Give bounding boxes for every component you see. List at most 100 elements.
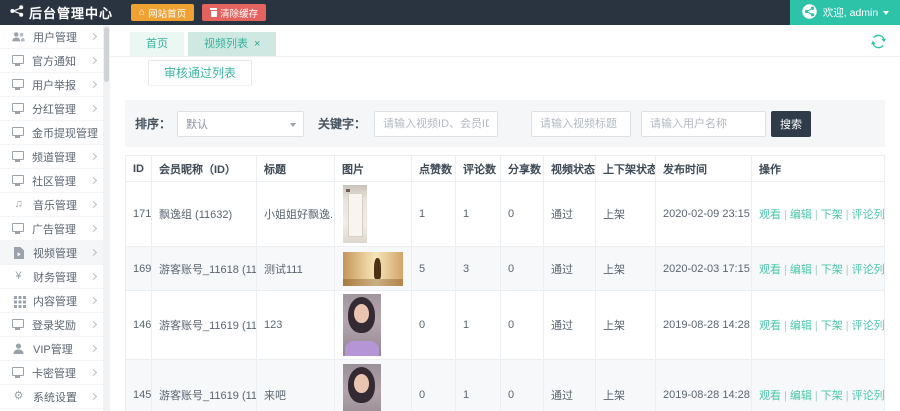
take-down-link[interactable]: 下架	[821, 390, 843, 402]
sidebar-scrollbar[interactable]	[103, 25, 110, 411]
subtab-approved-list[interactable]: 审核通过列表	[148, 60, 252, 86]
tab-video-list[interactable]: 视频列表 ×	[188, 32, 276, 56]
take-down-link[interactable]: 下架	[821, 264, 843, 276]
desktop-icon	[12, 55, 24, 64]
sidebar-item-video-management[interactable]: 视频管理	[0, 241, 110, 265]
welcome-text: 欢迎, admin	[823, 5, 878, 20]
trash-icon	[210, 8, 217, 17]
share-logo-icon	[10, 4, 24, 22]
chevron-right-icon	[90, 105, 97, 112]
sort-select[interactable]: 默认	[177, 111, 304, 137]
keyword-label: 关键字：	[318, 115, 366, 132]
sidebar-item-community-management[interactable]: 社区管理	[0, 169, 110, 193]
col-image: 图片	[335, 156, 412, 182]
close-icon[interactable]: ×	[254, 39, 260, 50]
sidebar-item-label: 财务管理	[33, 269, 77, 285]
sidebar-item-gold-withdrawal-management[interactable]: 金币提现管理	[0, 121, 110, 145]
watch-link[interactable]: 观看	[759, 264, 781, 276]
scrollbar-thumb[interactable]	[104, 27, 109, 82]
watch-link[interactable]: 观看	[759, 320, 781, 332]
sidebar-item-user-report[interactable]: 用户举报	[0, 73, 110, 97]
cell-shelf-status: 上架	[596, 360, 656, 411]
table-row: 146 游客账号_11619 (11619) 123 0 1 0 通过 上架 2…	[126, 291, 885, 360]
video-title-input[interactable]	[531, 111, 631, 137]
sidebar-item-card-key-management[interactable]: 卡密管理	[0, 361, 110, 385]
comment-list-link[interactable]: 评论列表	[852, 390, 885, 402]
sidebar-item-label: 频道管理	[32, 149, 76, 165]
refresh-icon[interactable]	[871, 34, 886, 49]
sidebar-item-finance-management[interactable]: ¥ 财务管理	[0, 265, 110, 289]
cell-video-status: 通过	[544, 291, 596, 360]
cell-publish-time: 2020-02-09 23:15:04	[656, 182, 752, 247]
sidebar-item-ad-management[interactable]: 广告管理	[0, 217, 110, 241]
sidebar-item-channel-management[interactable]: 频道管理	[0, 145, 110, 169]
cell-member: 游客账号_11619 (11619)	[152, 291, 257, 360]
cell-shares: 0	[501, 360, 544, 411]
sidebar-item-content-management[interactable]: 内容管理	[0, 289, 110, 313]
user-menu[interactable]: 欢迎, admin	[790, 0, 900, 25]
clear-cache-button[interactable]: 清除缓存	[202, 4, 266, 21]
cell-likes: 0	[412, 291, 456, 360]
site-home-button[interactable]: ⌂ 网站首页	[131, 4, 194, 21]
separator: |	[815, 320, 818, 332]
cell-shelf-status: 上架	[596, 247, 656, 291]
desktop-icon	[12, 127, 24, 136]
col-likes: 点赞数	[412, 156, 456, 182]
separator: |	[815, 264, 818, 276]
col-comments: 评论数	[456, 156, 501, 182]
cell-comments: 1	[456, 291, 501, 360]
cell-shelf-status: 上架	[596, 182, 656, 247]
separator: |	[846, 264, 849, 276]
yen-icon: ¥	[12, 271, 25, 283]
edit-link[interactable]: 编辑	[790, 390, 812, 402]
watch-link[interactable]: 观看	[759, 209, 781, 221]
table-header-row: ID 会员昵称（ID） 标题 图片 点赞数 评论数 分享数 视频状态 上下架状态…	[126, 156, 885, 182]
sidebar-item-login-reward[interactable]: 登录奖励	[0, 313, 110, 337]
chevron-right-icon	[90, 249, 97, 256]
tab-home-label: 首页	[146, 32, 168, 56]
edit-link[interactable]: 编辑	[790, 264, 812, 276]
user-name-input[interactable]	[641, 111, 766, 137]
video-thumbnail[interactable]	[343, 252, 403, 286]
home-icon: ⌂	[139, 8, 145, 18]
tab-home[interactable]: 首页	[130, 32, 184, 56]
cell-likes: 1	[412, 182, 456, 247]
separator: |	[784, 320, 787, 332]
edit-link[interactable]: 编辑	[790, 320, 812, 332]
sidebar-item-user-management[interactable]: 用户管理	[0, 25, 110, 49]
chevron-right-icon	[90, 177, 97, 184]
site-home-label: 网站首页	[148, 6, 186, 20]
sidebar-item-label: 系统设置	[33, 389, 77, 405]
filter-bar: 排序： 默认 关键字： 搜索	[125, 100, 885, 147]
separator: |	[846, 209, 849, 221]
chevron-right-icon	[90, 345, 97, 352]
cell-comments: 1	[456, 360, 501, 411]
desktop-icon	[12, 79, 24, 88]
sidebar-item-vip-management[interactable]: VIP管理	[0, 337, 110, 361]
sidebar-item-label: 视频管理	[33, 245, 77, 261]
chevron-right-icon	[90, 225, 97, 232]
sidebar-item-system-settings[interactable]: ⚙ 系统设置	[0, 385, 110, 409]
sidebar-item-official-notice[interactable]: 官方通知	[0, 49, 110, 73]
search-button[interactable]: 搜索	[771, 111, 811, 137]
separator: |	[784, 390, 787, 402]
chevron-right-icon	[90, 201, 97, 208]
edit-link[interactable]: 编辑	[790, 209, 812, 221]
comment-list-link[interactable]: 评论列表	[852, 209, 885, 221]
app-logo: 后台管理中心	[0, 3, 123, 22]
comment-list-link[interactable]: 评论列表	[852, 264, 885, 276]
video-id-input[interactable]	[374, 111, 498, 137]
tab-bar: 首页 视频列表 ×	[110, 25, 900, 57]
video-thumbnail[interactable]	[343, 294, 381, 356]
desktop-icon	[12, 151, 24, 160]
cell-shares: 0	[501, 182, 544, 247]
sidebar-item-music-management[interactable]: ♫ 音乐管理	[0, 193, 110, 217]
comment-list-link[interactable]: 评论列表	[852, 320, 885, 332]
video-thumbnail[interactable]	[343, 364, 381, 411]
take-down-link[interactable]: 下架	[821, 320, 843, 332]
desktop-icon	[12, 223, 24, 232]
take-down-link[interactable]: 下架	[821, 209, 843, 221]
sidebar-item-dividend-management[interactable]: 分红管理	[0, 97, 110, 121]
video-thumbnail[interactable]	[343, 185, 367, 243]
watch-link[interactable]: 观看	[759, 390, 781, 402]
